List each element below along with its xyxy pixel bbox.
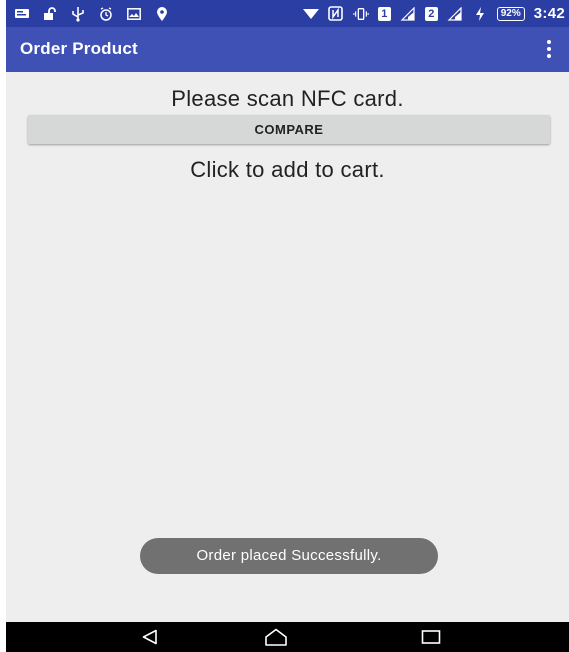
charging-icon [472, 6, 488, 22]
alarm-icon [98, 6, 114, 22]
scan-prompt: Please scan NFC card. [171, 86, 404, 111]
overflow-dot [547, 47, 551, 51]
compare-button[interactable]: COMPARE [28, 115, 550, 144]
nfc-icon [328, 6, 344, 22]
status-icons-right: 1 2 92% 3:42 [302, 3, 565, 24]
back-icon[interactable] [130, 625, 170, 649]
wifi-icon [302, 6, 319, 22]
image-icon [126, 6, 142, 22]
notification-icon [14, 6, 30, 22]
overflow-dot [547, 40, 551, 44]
sim2-badge-icon: 2 [424, 6, 438, 21]
recents-icon[interactable] [411, 625, 451, 649]
signal-icon [447, 6, 463, 22]
signal-icon [400, 6, 416, 22]
status-bar: 1 2 92% 3:42 [6, 0, 569, 27]
home-icon[interactable] [256, 625, 296, 649]
lock-open-icon [42, 6, 58, 22]
battery-icon: 92% [496, 6, 525, 21]
page-title: Order Product [20, 39, 138, 58]
navigation-bar [6, 622, 569, 652]
overflow-menu-icon[interactable] [537, 36, 561, 62]
app-bar: Order Product [6, 27, 569, 72]
sim1-badge-icon: 1 [377, 6, 391, 21]
vibrate-icon [353, 6, 369, 22]
overflow-dot [547, 54, 551, 58]
usb-icon [70, 6, 86, 22]
status-icons-left [14, 5, 170, 23]
map-pin-icon [154, 6, 170, 22]
toast-message: Order placed Successfully. [140, 538, 438, 574]
add-to-cart-text[interactable]: Click to add to cart. [6, 157, 569, 183]
app-screen: 1 2 92% 3:42 Order Product Please scan N… [6, 0, 569, 652]
clock: 3:42 [533, 5, 565, 22]
